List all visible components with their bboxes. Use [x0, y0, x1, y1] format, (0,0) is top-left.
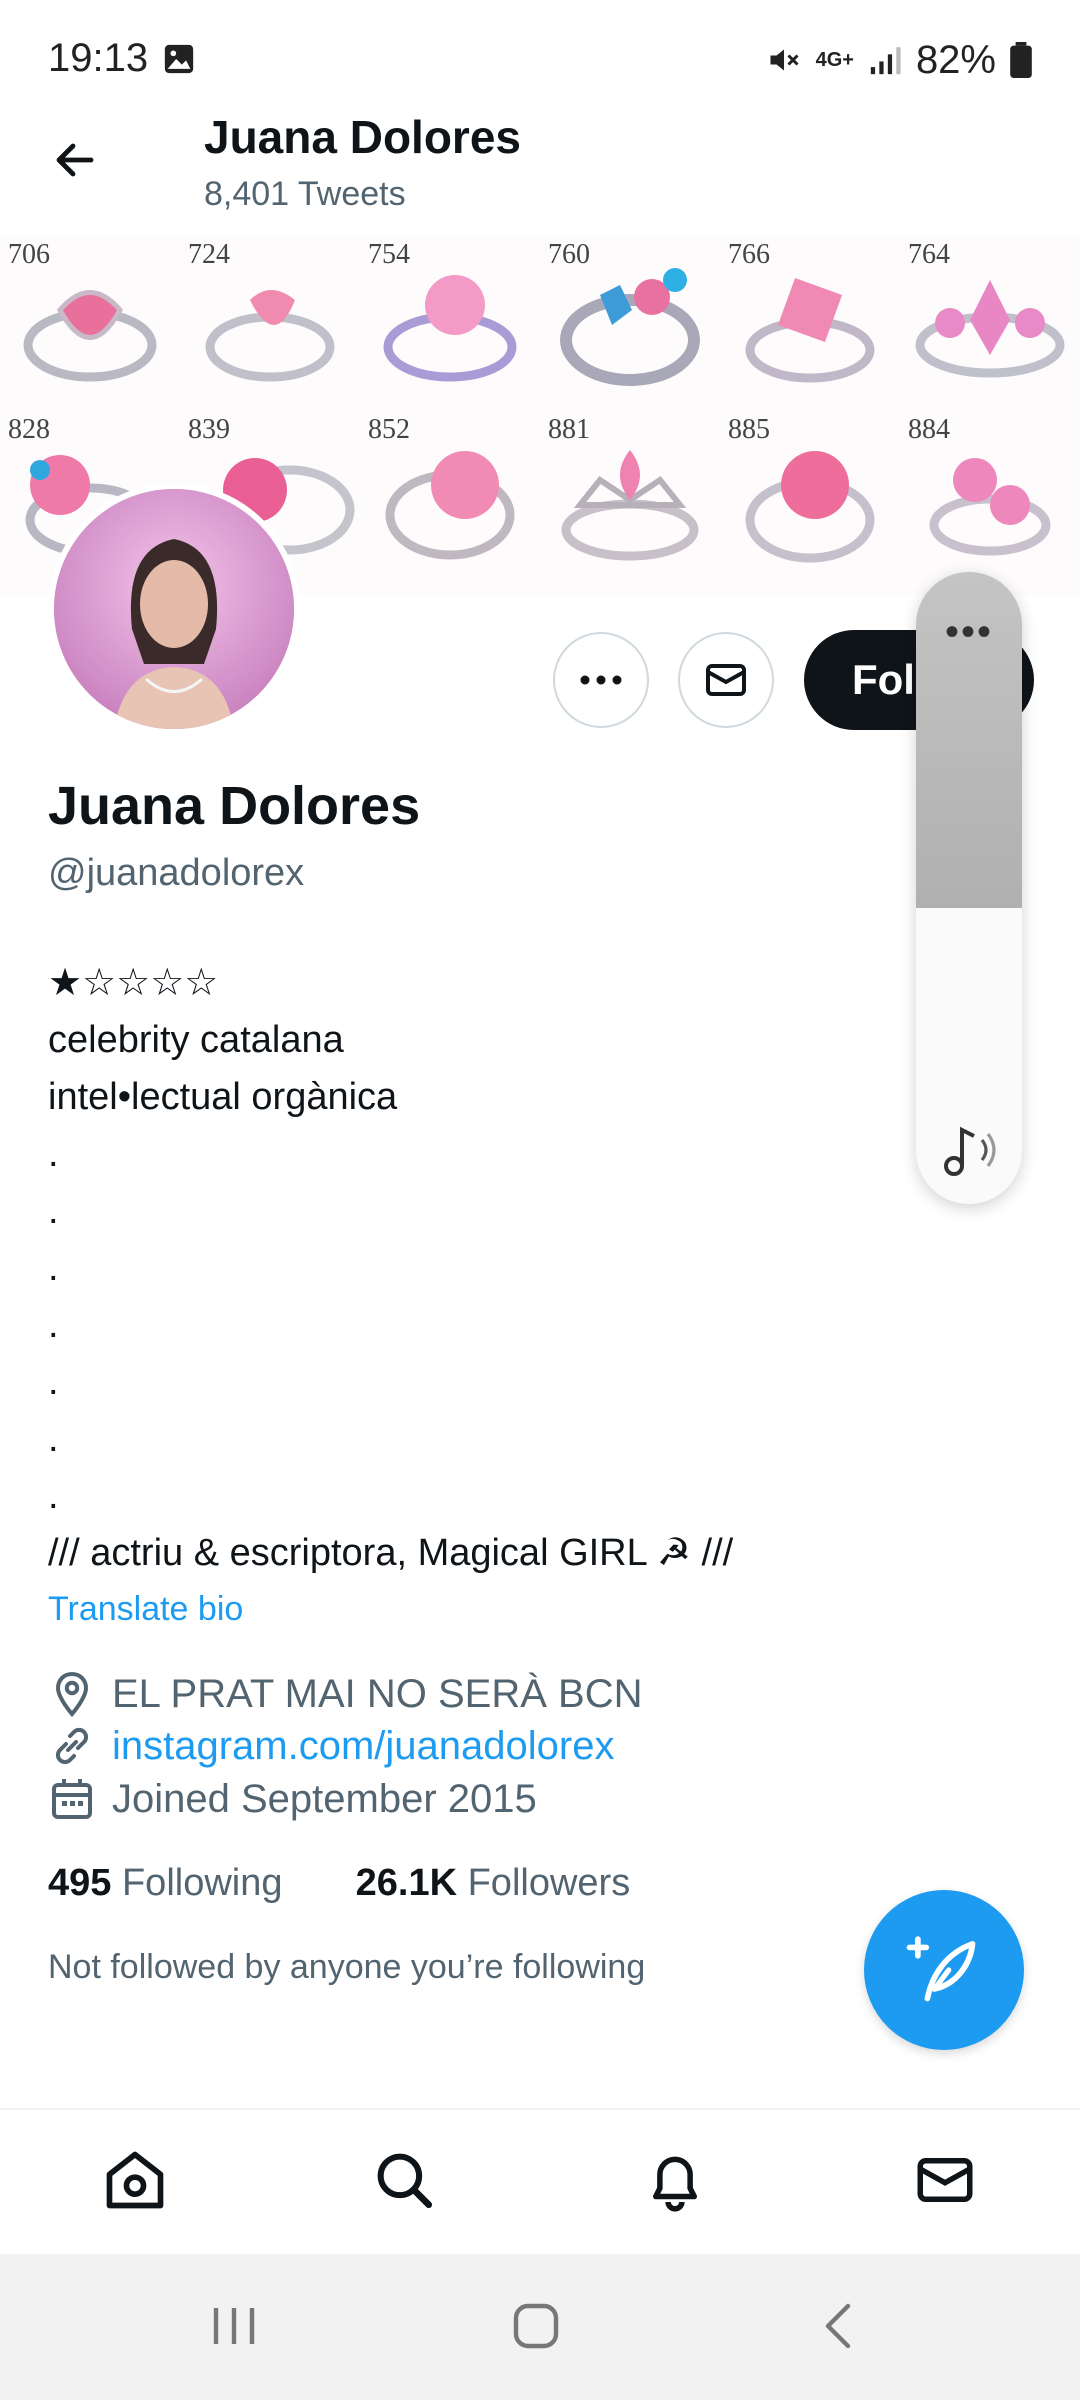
banner-ring: 885 [720, 410, 900, 585]
more-options-button[interactable] [553, 632, 649, 728]
banner-ring: 852 [360, 410, 540, 585]
ring-number: 706 [8, 239, 50, 270]
envelope-icon [706, 664, 746, 696]
battery-icon [1010, 42, 1032, 78]
ring-number: 724 [188, 239, 230, 270]
following-label: Following [121, 1862, 283, 1904]
ring-number: 754 [368, 239, 410, 270]
panel-menu-icon[interactable]: ••• [916, 612, 1022, 652]
nav-home[interactable] [100, 2145, 170, 2215]
volume-panel[interactable]: ••• [916, 572, 1022, 1204]
user-handle: @juanadolorex [48, 852, 305, 894]
bio-line: . [48, 1361, 59, 1403]
search-icon [377, 2153, 433, 2209]
bio-line: ★☆☆☆☆ [48, 962, 219, 1004]
bio-line: . [48, 1475, 59, 1517]
bio-line: intel•lectual orgànica [48, 1076, 398, 1118]
ring-number: 884 [908, 414, 950, 445]
ring-number: 881 [548, 414, 590, 445]
ring-number: 764 [908, 239, 950, 270]
bio-line: . [48, 1418, 59, 1460]
follow-button-label: Fol [852, 656, 915, 703]
profile-avatar[interactable] [48, 483, 300, 735]
banner-ring: 884 [900, 410, 1080, 585]
header-title: Juana Dolores [204, 111, 521, 163]
bio-line: . [48, 1133, 59, 1175]
home-icon [106, 2151, 164, 2209]
mutual-followers-note: Not followed by anyone you’re following [48, 1948, 646, 1986]
bio-line: . [48, 1304, 59, 1346]
status-indicators: 4G+ 82% [766, 36, 1032, 84]
home-system-icon[interactable] [508, 2298, 564, 2354]
bell-icon [653, 2156, 697, 2212]
system-navigation-bar [0, 2254, 1080, 2400]
followers-link[interactable]: 26.1K Followers [356, 1862, 631, 1904]
compose-feather-icon [906, 1936, 976, 2002]
network-type: 4G+ [815, 48, 854, 71]
ring-number: 839 [188, 414, 230, 445]
link-icon [55, 1727, 89, 1765]
calendar-icon [52, 1779, 92, 1819]
media-volume-icon[interactable] [938, 1120, 1002, 1180]
status-time: 19:13 [48, 36, 149, 80]
follow-stats: 495 Following 26.1K Followers [48, 1862, 630, 1905]
recent-apps-icon[interactable] [206, 2298, 262, 2354]
arrow-left-icon [56, 143, 94, 177]
followers-count: 26.1K [355, 1862, 458, 1904]
banner-ring: 706 [0, 235, 180, 410]
more-horizontal-icon [580, 675, 622, 685]
back-button[interactable] [40, 130, 110, 190]
banner-ring: 724 [180, 235, 360, 410]
ring-number: 885 [728, 414, 770, 445]
following-link[interactable]: 495 Following [48, 1862, 283, 1904]
bio-line: . [48, 1247, 59, 1289]
bio-line: . [48, 1190, 59, 1232]
status-bar: 19:13 4G+ 82% [0, 0, 1080, 120]
envelope-icon [917, 2158, 973, 2202]
gallery-notification-icon [164, 44, 194, 74]
banner-ring: 760 [540, 235, 720, 410]
location-text: EL PRAT MAI NO SERÀ BCN [112, 1671, 643, 1716]
location-pin-icon [55, 1671, 89, 1718]
display-name: Juana Dolores [48, 776, 421, 836]
profile-joined-date: Joined September 2015 [48, 1775, 537, 1823]
following-count: 495 [48, 1862, 112, 1904]
translate-bio-link[interactable]: Translate bio [48, 1590, 243, 1629]
followers-label: Followers [467, 1862, 631, 1904]
nav-search[interactable] [369, 2145, 439, 2215]
message-button[interactable] [678, 632, 774, 728]
bottom-navigation [0, 2108, 1080, 2256]
banner-ring: 766 [720, 235, 900, 410]
banner-ring: 881 [540, 410, 720, 585]
banner-ring: 764 [900, 235, 1080, 410]
battery-percent: 82% [915, 37, 996, 82]
profile-location: EL PRAT MAI NO SERÀ BCN [48, 1670, 643, 1718]
ring-number: 852 [368, 414, 410, 445]
nav-messages[interactable] [910, 2145, 980, 2215]
website-link[interactable]: instagram.com/juanadolorex [112, 1724, 614, 1769]
bio-line: /// actriu & escriptora, Magical GIRL ☭ … [48, 1532, 734, 1574]
banner-ring: 754 [360, 235, 540, 410]
ring-number: 828 [8, 414, 50, 445]
signal-icon [870, 47, 901, 75]
mute-icon [770, 49, 799, 71]
profile-website[interactable]: instagram.com/juanadolorex [48, 1722, 614, 1770]
ring-number: 760 [548, 239, 590, 270]
nav-notifications[interactable] [640, 2145, 710, 2215]
bio-line: celebrity catalana [48, 1019, 344, 1061]
ring-number: 766 [728, 239, 770, 270]
compose-tweet-button[interactable] [864, 1890, 1024, 2050]
back-system-icon[interactable] [812, 2298, 868, 2354]
tweet-count: 8,401 Tweets [204, 175, 406, 213]
joined-text: Joined September 2015 [112, 1776, 537, 1821]
profile-bio: ★☆☆☆☆ celebrity catalana intel•lectual o… [48, 955, 908, 1582]
